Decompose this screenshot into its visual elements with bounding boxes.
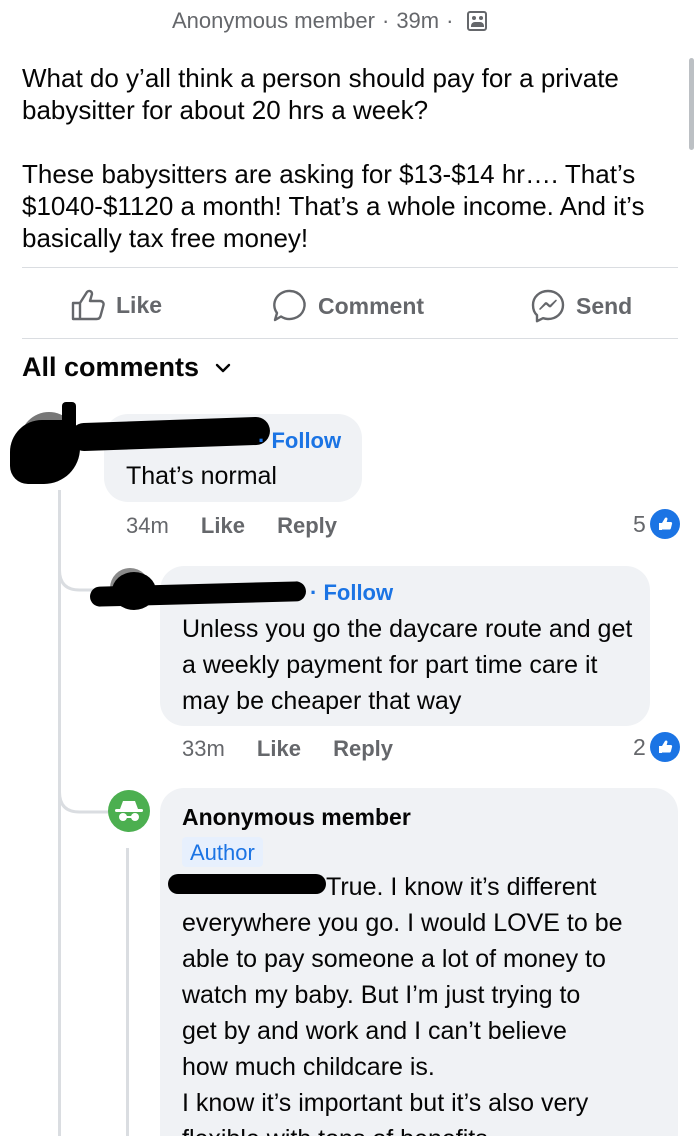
thread-connector: [58, 778, 110, 814]
incognito-icon: [115, 801, 143, 821]
chevron-down-icon: [215, 363, 231, 372]
send-label: Send: [576, 292, 633, 319]
comment-text: Unless you go the daycare route and get …: [182, 615, 633, 715]
comment-meta: 34m Like Reply: [126, 513, 337, 539]
author-badge: Author: [182, 837, 263, 867]
comment-text: That’s normal: [126, 462, 277, 490]
reply-text: True. I know it’s different everywhere y…: [182, 869, 623, 1136]
comment-button[interactable]: Comment: [272, 288, 424, 324]
comment-label: Comment: [318, 292, 425, 319]
reaction-count[interactable]: 5: [633, 509, 680, 539]
comments-filter[interactable]: All comments: [22, 352, 231, 383]
reply-line: how much childcare is.: [182, 1053, 435, 1081]
comment-reply-button[interactable]: Reply: [333, 736, 393, 761]
comment-reply-button[interactable]: Reply: [277, 513, 337, 538]
separator-dot: ·: [381, 8, 390, 33]
reply-line: able to pay someone a lot of money to: [182, 945, 606, 973]
post-text: These babysitters are asking for $13-$14…: [22, 159, 645, 253]
follow-label: Follow: [271, 428, 342, 453]
comment-time[interactable]: 33m: [182, 736, 225, 761]
reaction-number: 2: [633, 733, 646, 760]
reply-author-name[interactable]: Anonymous member: [182, 804, 411, 831]
post-question: What do y’all think a person should pay …: [22, 63, 619, 125]
post-meta: Anonymous member · 39m ·: [172, 8, 488, 34]
send-button[interactable]: Send: [530, 288, 632, 324]
reaction-count[interactable]: 2: [633, 732, 680, 762]
divider: [22, 338, 678, 339]
post-header: Anonymous member · 39m ·: [0, 0, 700, 44]
reply-line: flexible with tons of benefits: [182, 1121, 623, 1136]
like-reaction-icon: [649, 732, 680, 762]
like-reaction-icon: [649, 509, 680, 539]
redaction-mark: [112, 572, 156, 610]
thumbs-up-icon: [71, 289, 105, 321]
messenger-icon: [531, 289, 565, 323]
reply-line: everywhere you go. I would LOVE to be: [182, 909, 623, 937]
reply-line: True. I know it’s different: [326, 873, 597, 901]
group-icon: [467, 11, 488, 31]
reply-line: get by and work and I can’t believe: [182, 1017, 567, 1045]
thread-line: [126, 848, 129, 1136]
follow-label: Follow: [323, 580, 394, 605]
comments-filter-label: All comments: [22, 352, 200, 382]
reaction-number: 5: [633, 510, 646, 537]
follow-button[interactable]: · Follow: [258, 428, 341, 454]
comment-meta: 33m Like Reply: [182, 736, 393, 762]
comment-time[interactable]: 34m: [126, 513, 169, 538]
speech-bubble-icon: [273, 289, 306, 322]
separator-dot: ·: [446, 8, 454, 33]
scrollbar[interactable]: [689, 58, 694, 150]
post-body: What do y’all think a person should pay …: [22, 62, 672, 286]
reply-line: I know it’s important but it’s also very: [182, 1089, 589, 1117]
post-author[interactable]: Anonymous member: [172, 8, 375, 34]
like-button[interactable]: Like: [70, 288, 162, 322]
reply-line: watch my baby. But I’m just trying to: [182, 981, 581, 1009]
comment-like-button[interactable]: Like: [257, 736, 301, 761]
follow-button[interactable]: · Follow: [310, 580, 393, 606]
comment-like-button[interactable]: Like: [201, 513, 245, 538]
post-actions: Like Comment Send: [0, 268, 700, 338]
post-time[interactable]: 39m: [396, 8, 439, 34]
avatar[interactable]: [108, 790, 150, 832]
like-label: Like: [116, 291, 163, 318]
